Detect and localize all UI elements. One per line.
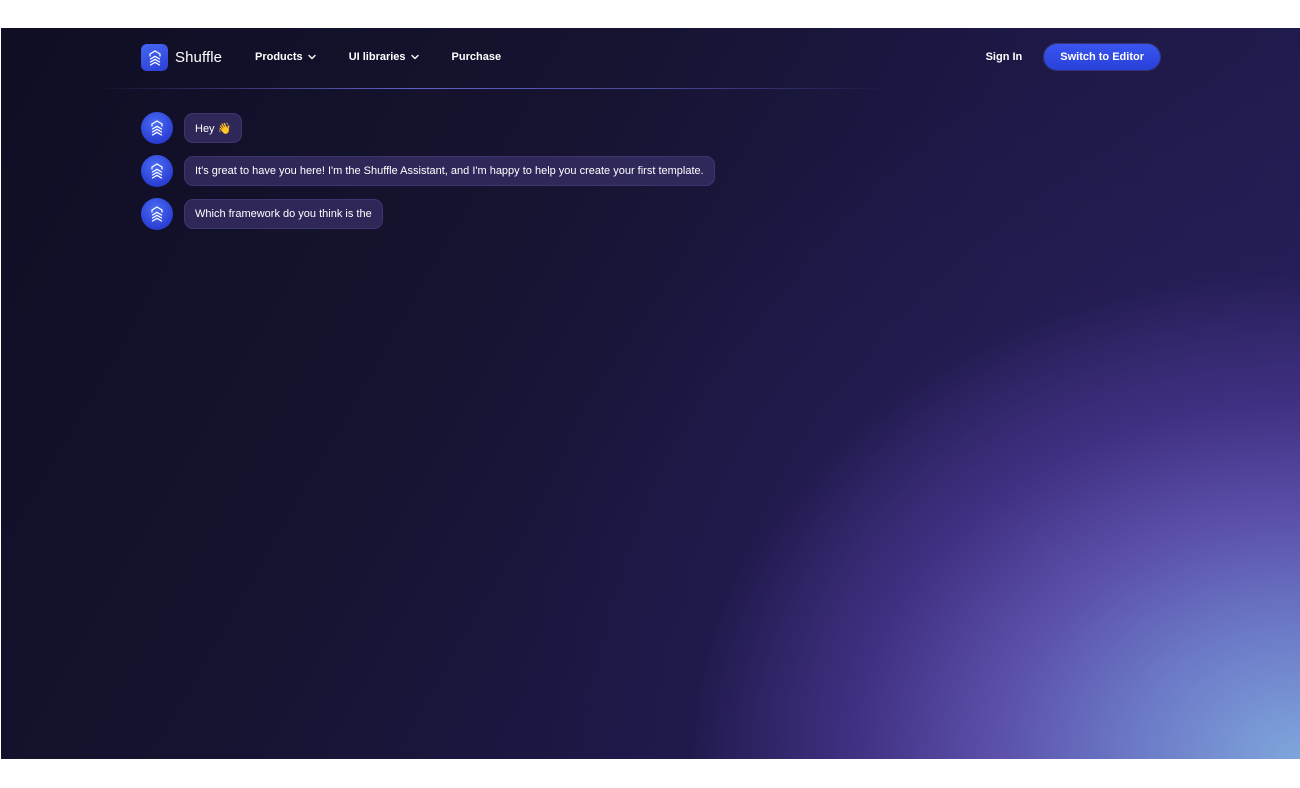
shuffle-logo-icon (151, 120, 163, 136)
brand-logo[interactable]: Shuffle (141, 44, 222, 71)
nav-item-ui-libraries[interactable]: UI libraries (349, 51, 419, 63)
shuffle-logo-icon (141, 44, 168, 71)
assistant-avatar (141, 198, 173, 230)
message-bubble: Which framework do you think is the (184, 199, 383, 229)
message-bubble: Hey 👋 (184, 113, 243, 143)
shuffle-logo-icon (151, 163, 163, 179)
nav-item-products[interactable]: Products (255, 51, 316, 63)
nav-item-label: Purchase (451, 51, 502, 63)
switch-to-editor-button[interactable]: Switch to Editor (1044, 44, 1160, 70)
nav-item-label: UI libraries (348, 51, 406, 63)
nav-actions: Sign In Switch to Editor (986, 44, 1160, 70)
chat-message: Which framework do you think is the (141, 198, 715, 230)
main-menu: Products UI libraries Purchase (255, 51, 534, 63)
top-nav: Shuffle Products UI libraries Purchase S… (141, 44, 1160, 72)
chat-message: It's great to have you here! I'm the Shu… (141, 155, 715, 187)
nav-item-label: Products (255, 51, 303, 63)
chat-message: Hey 👋 (141, 112, 715, 144)
assistant-avatar (141, 112, 173, 144)
message-bubble: It's great to have you here! I'm the Shu… (184, 156, 715, 186)
chat-thread: Hey 👋 It's great to have you here! I'm t… (141, 112, 715, 241)
nav-item-purchase[interactable]: Purchase (452, 51, 502, 63)
nav-divider (91, 88, 891, 89)
brand-name: Shuffle (175, 49, 223, 66)
shuffle-logo-icon (151, 206, 163, 222)
chevron-down-icon (307, 54, 316, 60)
app-frame: Shuffle Products UI libraries Purchase S… (1, 28, 1300, 759)
chevron-down-icon (410, 54, 419, 60)
assistant-avatar (141, 155, 173, 187)
sign-in-link[interactable]: Sign In (986, 51, 1023, 63)
